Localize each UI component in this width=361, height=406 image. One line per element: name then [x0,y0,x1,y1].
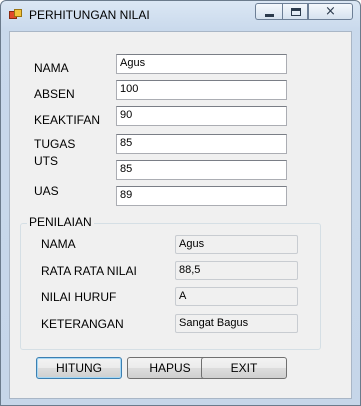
absen-label: ABSEN [34,87,75,101]
keterangan-value: Sangat Bagus [175,314,298,333]
minimize-icon [256,4,282,19]
exit-button[interactable]: EXIT [201,357,287,379]
window-title: PERHITUNGAN NILAI [29,8,150,22]
hitung-button[interactable]: HITUNG [36,357,122,379]
nama-input[interactable]: Agus [116,54,287,74]
keaktifan-label: KEAKTIFAN [34,113,101,127]
rata-rata-label: RATA RATA NILAI [41,264,137,278]
nama-label: NAMA [34,61,69,75]
result-nama-value: Agus [175,235,298,254]
app-icon [9,9,23,21]
maximize-icon [283,4,307,19]
tugas-label: TUGAS [34,137,76,151]
result-nama-label: NAMA [41,237,76,251]
penilaian-title: PENILAIAN [27,215,94,229]
tugas-input[interactable]: 85 [116,134,287,154]
maximize-button[interactable] [282,3,308,20]
form-client-area: NAMA Agus ABSEN 100 KEAKTIFAN 90 TUGAS 8… [9,31,352,399]
keaktifan-input[interactable]: 90 [116,106,287,126]
absen-input[interactable]: 100 [116,80,287,100]
keterangan-label: KETERANGAN [41,317,124,331]
nilai-huruf-label: NILAI HURUF [41,290,117,304]
rata-rata-value: 88,5 [175,261,298,280]
uas-input[interactable]: 89 [116,186,287,206]
title-bar[interactable]: PERHITUNGAN NILAI × [1,1,360,29]
close-button[interactable]: × [308,3,353,20]
nilai-huruf-value: A [175,287,298,306]
app-window: PERHITUNGAN NILAI × NAMA Agus ABSEN 100 … [0,0,361,406]
close-icon: × [325,4,336,19]
minimize-button[interactable] [255,3,282,20]
uas-label: UAS [34,184,59,198]
uts-label: UTS [34,154,58,168]
penilaian-groupbox: PENILAIAN NAMA Agus RATA RATA NILAI 88,5… [20,215,321,350]
uts-input[interactable]: 85 [116,160,287,180]
